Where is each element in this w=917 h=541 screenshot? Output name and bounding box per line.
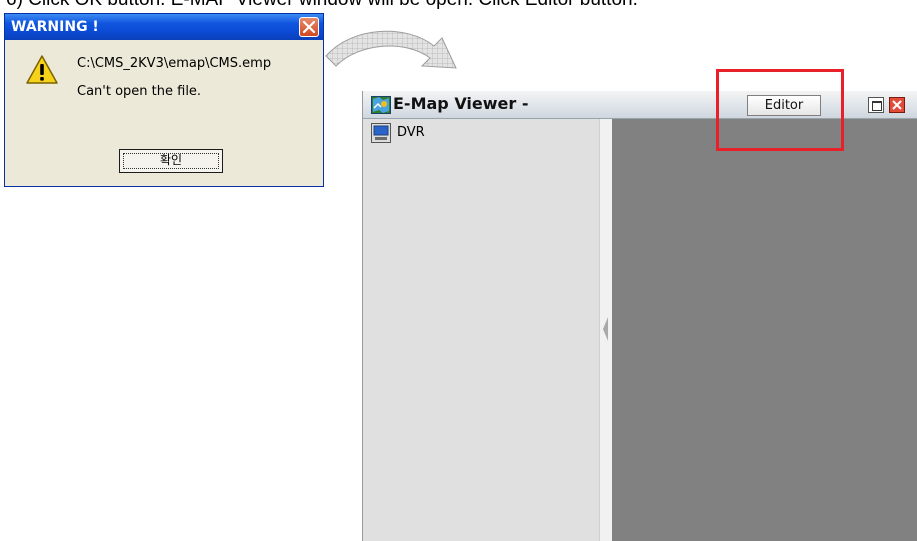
- focus-ring: [123, 153, 219, 169]
- error-message-text: Can't open the file.: [77, 84, 202, 99]
- warning-icon: [26, 55, 58, 84]
- collapse-arrow-icon[interactable]: [602, 315, 610, 343]
- warning-dialog: WARNING ! C:\CMS_2KV3\emap\CMS.emp Can't…: [4, 13, 324, 187]
- file-path-text: C:\CMS_2KV3\emap\CMS.emp: [77, 56, 272, 71]
- close-icon: [892, 100, 902, 110]
- viewer-title: E-Map Viewer -: [393, 94, 529, 113]
- emap-app-icon: [371, 96, 391, 114]
- device-tree-panel: DVR: [363, 119, 599, 541]
- emap-viewer-window: E-Map Viewer - Editor DVR: [362, 91, 917, 541]
- viewer-close-button[interactable]: [889, 97, 905, 113]
- curved-arrow-icon: [325, 30, 457, 69]
- editor-highlight-box: [716, 69, 844, 151]
- dialog-close-button[interactable]: [299, 17, 319, 37]
- ok-button[interactable]: 확인: [119, 149, 223, 173]
- map-view-area[interactable]: [612, 119, 917, 541]
- close-icon: [303, 21, 315, 33]
- warning-dialog-title-text: WARNING !: [11, 19, 99, 35]
- panel-splitter[interactable]: [599, 119, 612, 541]
- warning-dialog-title: WARNING !: [5, 14, 323, 40]
- maximize-button[interactable]: [868, 97, 884, 113]
- instruction-text: 6) Click OK button. E-MAP Viewer window …: [0, 0, 917, 11]
- dvr-icon: [371, 123, 391, 143]
- tree-item-label: DVR: [397, 125, 425, 140]
